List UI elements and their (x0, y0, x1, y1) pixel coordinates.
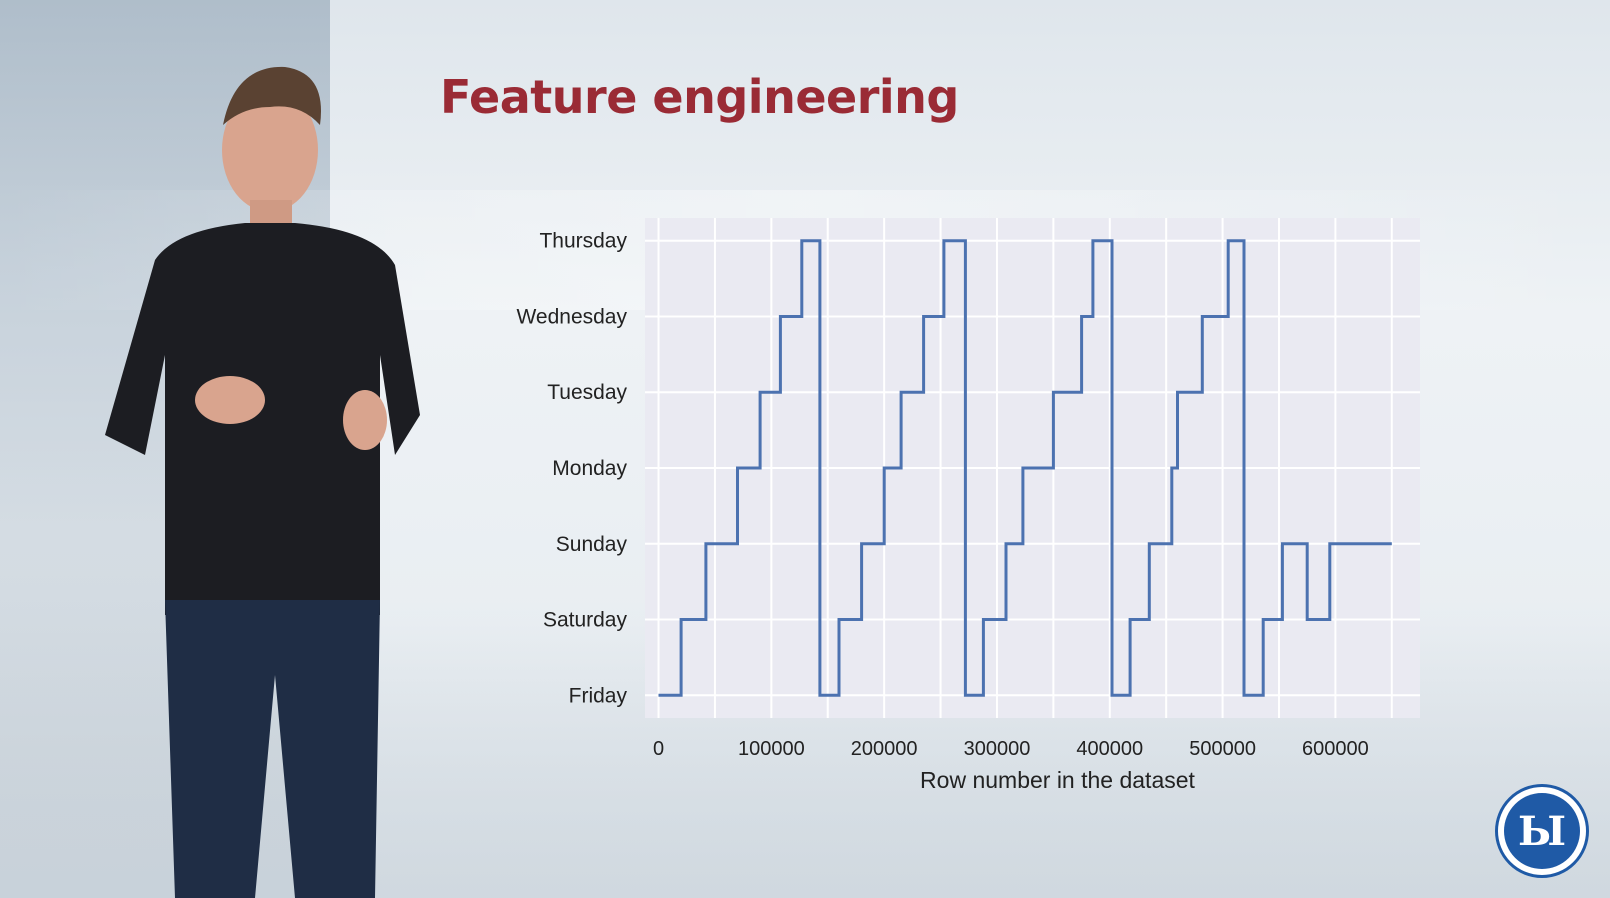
x-tick-label: 600000 (1302, 738, 1369, 760)
y-tick-label: Wednesday (516, 305, 627, 328)
y-tick-label: Saturday (543, 609, 628, 632)
x-tick-label: 0 (653, 738, 664, 760)
y-tick-label: Monday (552, 457, 627, 480)
x-tick-label: 100000 (738, 738, 805, 760)
x-tick-label: 400000 (1076, 738, 1143, 760)
y-tick-label: Tuesday (547, 381, 627, 404)
y-tick-label: Sunday (556, 533, 628, 556)
hse-logo-glyph: Ы (1517, 807, 1567, 855)
y-tick-label: Thursday (539, 230, 627, 253)
x-tick-label: 500000 (1189, 738, 1256, 760)
x-tick-label: 300000 (964, 738, 1031, 760)
hse-logo-inner: Ы (1504, 793, 1580, 869)
x-axis-label: Row number in the dataset (920, 767, 1195, 793)
y-tick-label: Friday (569, 684, 628, 707)
presenter-figure (105, 66, 420, 898)
x-tick-label: 200000 (851, 738, 918, 760)
hse-logo: Ы (1495, 784, 1589, 878)
